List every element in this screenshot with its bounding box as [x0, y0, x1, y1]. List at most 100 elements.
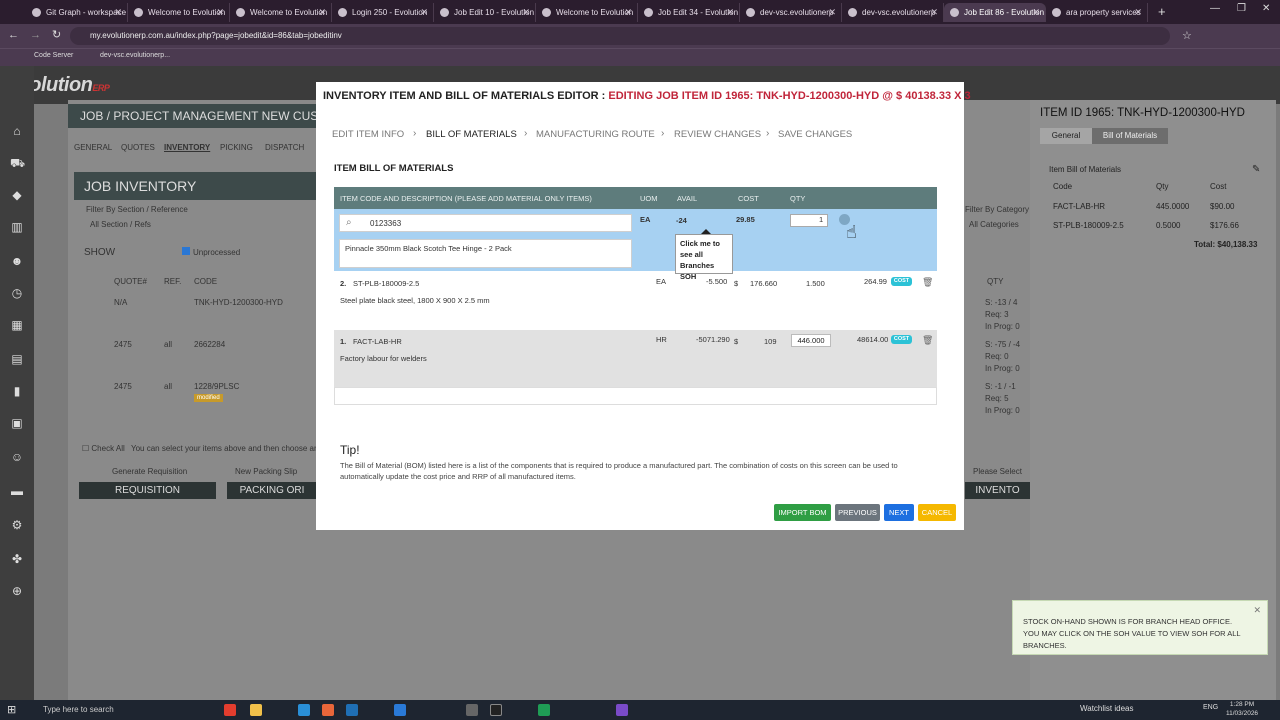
taskbar-clock[interactable]: 1:28 PM 11/03/2026 [1226, 700, 1258, 718]
app-taskbar-icon[interactable] [616, 704, 628, 716]
browser-tab[interactable]: Git Graph - workspace ✕ [26, 3, 128, 22]
previous-button[interactable]: PREVIOUS [835, 504, 880, 521]
browser-tab-active[interactable]: Job Edit 86 - Evolution ✕ [944, 3, 1046, 22]
step-manufacturing-route[interactable]: MANUFACTURING ROUTE [536, 129, 655, 140]
import-bom-button[interactable]: IMPORT BOM [774, 504, 831, 521]
step-edit-item-info[interactable]: EDIT ITEM INFO [332, 129, 404, 140]
unprocessed-checkbox[interactable]: Unprocessed [182, 247, 240, 257]
taskbar-search[interactable]: Type here to search [26, 702, 146, 718]
bank-icon[interactable]: ▥ [10, 220, 24, 234]
app-taskbar-icon[interactable] [322, 704, 334, 716]
bookmark-star-icon[interactable]: ☆ [1182, 29, 1192, 42]
clipboard-icon[interactable]: ▤ [10, 352, 24, 366]
close-tab-icon[interactable]: ✕ [522, 3, 530, 22]
filter-select[interactable]: All Section / Refs [90, 220, 151, 229]
trash-icon[interactable]: 🗑 [922, 336, 933, 345]
inventory-button[interactable]: INVENTO [965, 482, 1030, 499]
sitemap-icon[interactable]: ▣ [10, 416, 24, 430]
puzzle-icon[interactable]: ✤ [10, 552, 24, 566]
excel-taskbar-icon[interactable] [538, 704, 550, 716]
users-icon[interactable]: ☻ [10, 254, 24, 268]
browser-tab[interactable]: Welcome to Evolution ✕ [536, 3, 638, 22]
cancel-button[interactable]: CANCEL [918, 504, 956, 521]
close-tab-icon[interactable]: ✕ [318, 3, 326, 22]
new-tab-icon[interactable]: + [1158, 4, 1166, 19]
browser-tab[interactable]: Welcome to Evolution ✕ [230, 3, 332, 22]
browser-tab[interactable]: dev-vsc.evolutionerp ✕ [842, 3, 944, 22]
close-tab-icon[interactable]: ✕ [828, 3, 836, 22]
close-toast-icon[interactable]: ✕ [1253, 604, 1261, 616]
cost-badge[interactable]: COST [891, 277, 912, 286]
close-tab-icon[interactable]: ✕ [420, 3, 428, 22]
panel-tab-general[interactable]: General [1040, 128, 1092, 144]
tag-icon[interactable]: ◆ [10, 188, 24, 202]
back-icon[interactable]: ← [8, 29, 19, 41]
packing-slip-select[interactable]: New Packing Slip [235, 467, 297, 476]
chart-icon[interactable]: ▮ [10, 384, 24, 398]
item-search-input[interactable]: ⌕ 0123363 [339, 214, 632, 232]
close-tab-icon[interactable]: ✕ [216, 3, 224, 22]
bom-row-qty[interactable]: 1.500 [806, 279, 825, 288]
row-code[interactable]: TNK-HYD-1200300-HYD [194, 298, 283, 307]
people-icon[interactable]: ☺ [10, 450, 24, 464]
close-tab-icon[interactable]: ✕ [726, 3, 734, 22]
step-review-changes[interactable]: REVIEW CHANGES [674, 129, 761, 140]
requisition-button[interactable]: REQUISITION [79, 482, 216, 499]
chrome-taskbar-icon[interactable] [224, 704, 236, 716]
browser-tab[interactable]: Welcome to Evolution ✕ [128, 3, 230, 22]
close-tab-icon[interactable]: ✕ [1032, 3, 1040, 22]
new-item-qty-input[interactable]: 1 [790, 214, 828, 227]
minimize-icon[interactable]: — [1210, 3, 1220, 14]
browser-tab[interactable]: dev-vsc.evolutionerp ✕ [740, 3, 842, 22]
check-all[interactable]: ☐ Check All [82, 444, 125, 453]
tab-general[interactable]: GENERAL [74, 143, 112, 152]
row-code[interactable]: 2662284 [194, 340, 225, 349]
action-select[interactable]: Please Select [973, 467, 1022, 476]
bom-row-avail[interactable]: -5071.290 [696, 335, 730, 344]
tab-dispatch[interactable]: DISPATCH [265, 143, 304, 152]
home-icon[interactable]: ⌂ [10, 124, 24, 138]
mail-taskbar-icon[interactable] [394, 704, 406, 716]
forward-icon[interactable]: → [30, 29, 41, 41]
taskbar-widget[interactable]: Watchlist ideas [1080, 704, 1134, 713]
folder-taskbar-icon[interactable] [250, 704, 262, 716]
tab-quotes[interactable]: QUOTES [121, 143, 155, 152]
browser-tab[interactable]: Job Edit 34 - Evolution ✕ [638, 3, 740, 22]
vscode-taskbar-icon[interactable] [346, 704, 358, 716]
settings-taskbar-icon[interactable] [466, 704, 478, 716]
cost-badge[interactable]: COST [891, 335, 912, 344]
close-tab-icon[interactable]: ✕ [930, 3, 938, 22]
step-save-changes[interactable]: SAVE CHANGES [778, 129, 852, 140]
maximize-icon[interactable]: ❐ [1237, 3, 1246, 14]
next-button[interactable]: NEXT [884, 504, 914, 521]
cart-icon[interactable]: ⛟ [10, 156, 25, 170]
factory-icon[interactable]: ▦ [10, 318, 24, 332]
close-tab-icon[interactable]: ✕ [624, 3, 632, 22]
windows-start-icon[interactable]: ⊞ [7, 704, 19, 716]
tab-inventory[interactable]: INVENTORY [164, 143, 210, 152]
bom-row-avail[interactable]: -5.500 [706, 277, 727, 286]
panel-tab-bom[interactable]: Bill of Materials [1092, 128, 1168, 144]
browser-tab[interactable]: ara property services ✕ [1046, 3, 1148, 22]
bookmark-code-server[interactable]: Code Server [34, 52, 73, 59]
input-language[interactable]: ENG [1203, 704, 1218, 711]
bookmark-dev-vsc[interactable]: dev-vsc.evolutionerp... [100, 52, 170, 59]
terminal-taskbar-icon[interactable] [490, 704, 502, 716]
lifebuoy-icon[interactable]: ⊕ [10, 584, 24, 598]
step-bill-of-materials[interactable]: BILL OF MATERIALS [426, 129, 517, 140]
generate-requisition-select[interactable]: Generate Requisition [112, 467, 187, 476]
bom-row-qty-input[interactable]: 446.000 [791, 334, 831, 347]
new-item-avail-soh[interactable]: -24 [676, 216, 687, 225]
close-tab-icon[interactable]: ✕ [114, 3, 122, 22]
edit-pencil-icon[interactable]: ✎ [1252, 164, 1260, 175]
edge-taskbar-icon[interactable] [298, 704, 310, 716]
browser-tab[interactable]: Login 250 - Evolution ✕ [332, 3, 434, 22]
category-select[interactable]: All Categories [969, 220, 1019, 229]
gear-icon[interactable]: ⚙ [10, 518, 24, 532]
tab-picking[interactable]: PICKING [220, 143, 253, 152]
reload-icon[interactable]: ↻ [52, 28, 61, 41]
browser-tab[interactable]: Job Edit 10 - Evolution ✕ [434, 3, 536, 22]
briefcase-icon[interactable]: ▬ [10, 484, 24, 498]
row-code[interactable]: 1228/9PLSC [194, 382, 239, 391]
item-description-field[interactable]: Pinnacle 350mm Black Scotch Tee Hinge - … [339, 239, 632, 268]
